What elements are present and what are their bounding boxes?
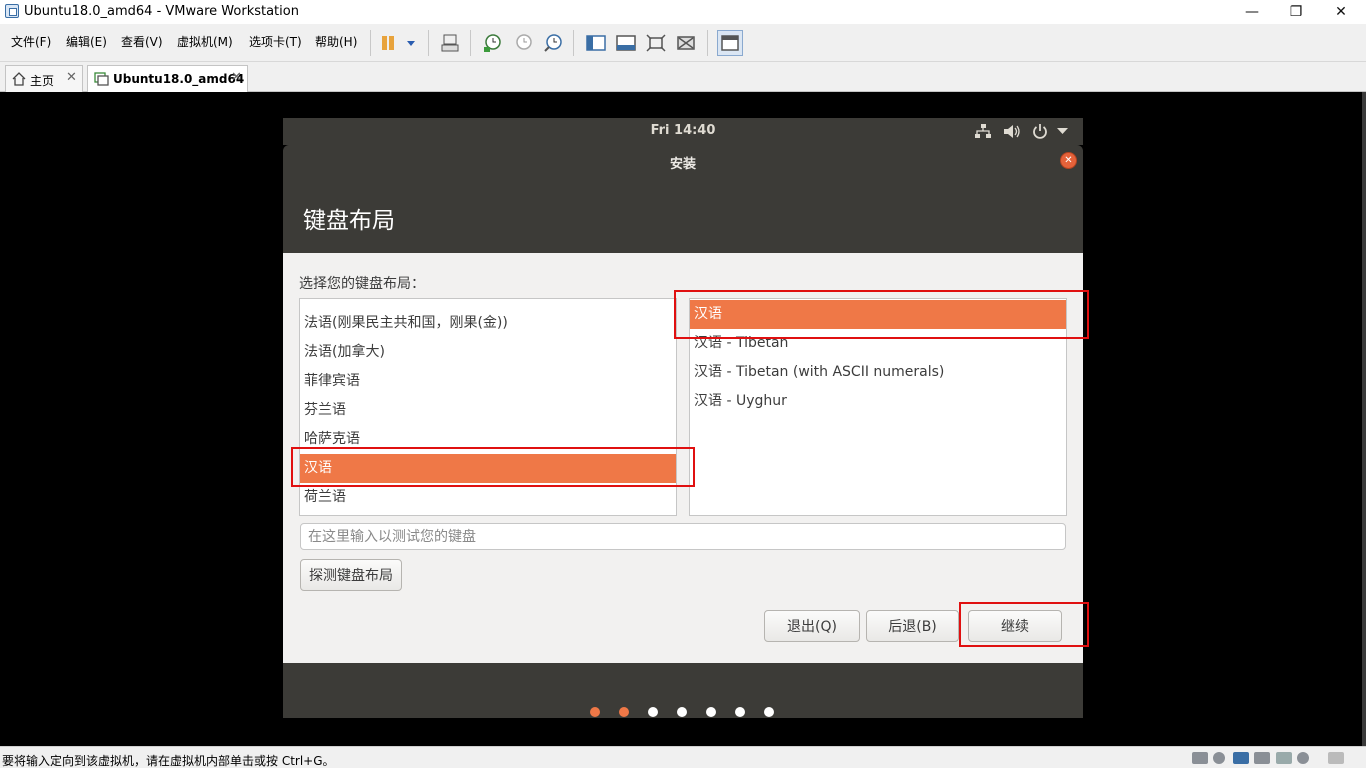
- window-title: Ubuntu18.0_amd64 - VMware Workstation: [24, 4, 299, 19]
- hard-disk-icon[interactable]: [1192, 752, 1208, 764]
- detect-layout-button[interactable]: 探测键盘布局: [300, 559, 402, 591]
- quit-button[interactable]: 退出(Q): [764, 610, 860, 642]
- tab-home-label: 主页: [30, 74, 55, 88]
- list-item[interactable]: 法语(刚果民主共和国，刚果(金)): [300, 309, 676, 338]
- ubuntu-top-panel: Fri 14:40: [283, 118, 1083, 145]
- keyboard-test-input[interactable]: [300, 523, 1066, 550]
- tab-ubuntu-close-icon[interactable]: ✕: [231, 70, 242, 85]
- show-library-button[interactable]: [585, 32, 607, 54]
- tab-ubuntu-vm-label: Ubuntu18.0_amd64: [113, 72, 245, 86]
- minimize-button[interactable]: —: [1229, 0, 1275, 24]
- thumbnail-bar-icon: [616, 35, 636, 51]
- thumbnail-bar-button[interactable]: [615, 32, 637, 54]
- list-item[interactable]: 荷兰语: [300, 483, 676, 512]
- keyboard-send-icon: [441, 34, 459, 52]
- power-icon[interactable]: [1032, 123, 1048, 139]
- list-item[interactable]: 芬兰语: [300, 396, 676, 425]
- vm-scrollbar[interactable]: [1362, 92, 1366, 746]
- menu-help[interactable]: 帮助(H): [315, 33, 357, 50]
- network-icon[interactable]: [975, 124, 991, 139]
- panel-clock[interactable]: Fri 14:40: [283, 123, 1083, 138]
- menu-tabs[interactable]: 选项卡(T): [249, 33, 302, 50]
- full-screen-icon: [646, 34, 666, 52]
- variant-item[interactable]: 汉语 - Tibetan (with ASCII numerals): [690, 358, 1066, 387]
- layout-prompt: 选择您的键盘布局：: [299, 276, 425, 292]
- snapshot-manager-button[interactable]: [542, 32, 564, 54]
- vmware-app-icon: [5, 4, 19, 18]
- toolbar-separator: [707, 30, 708, 56]
- menu-file[interactable]: 文件(F): [11, 33, 51, 50]
- tab-home-close-icon[interactable]: ✕: [66, 70, 77, 85]
- vm-icon: [94, 72, 109, 86]
- toolbar-separator: [470, 30, 471, 56]
- console-view-icon: [721, 35, 739, 51]
- progress-dot-done: [590, 707, 600, 717]
- home-icon: [12, 72, 26, 86]
- progress-dot: [764, 707, 774, 717]
- unity-mode-icon: [677, 36, 695, 50]
- menu-edit[interactable]: 编辑(E): [66, 33, 107, 50]
- back-button[interactable]: 后退(B): [866, 610, 959, 642]
- close-window-button[interactable]: ✕: [1318, 0, 1364, 24]
- status-hint: 要将输入定向到该虚拟机，请在虚拟机内部单击或按 Ctrl+G。: [2, 754, 335, 768]
- variant-item[interactable]: 汉语 - Uyghur: [690, 387, 1066, 416]
- pause-icon: [382, 36, 415, 50]
- list-item[interactable]: 菲律宾语: [300, 367, 676, 396]
- usb-icon[interactable]: [1276, 752, 1292, 764]
- library-panel-icon: [586, 35, 606, 51]
- menu-vm[interactable]: 虚拟机(M): [177, 33, 233, 50]
- highlight-box-language: [291, 447, 695, 487]
- title-bar: Ubuntu18.0_amd64 - VMware Workstation — …: [0, 0, 1366, 24]
- revert-clock-icon: [516, 34, 532, 50]
- status-bar: 要将输入定向到该虚拟机，请在虚拟机内部单击或按 Ctrl+G。: [0, 746, 1366, 768]
- tab-home[interactable]: 主页 ✕: [5, 65, 83, 92]
- tab-bar: 主页 ✕ Ubuntu18.0_amd64 ✕: [0, 62, 1366, 93]
- chevron-down-icon[interactable]: [1057, 128, 1068, 135]
- printer-icon[interactable]: [1254, 752, 1270, 764]
- progress-dot: [706, 707, 716, 717]
- console-view-button[interactable]: [717, 30, 743, 56]
- send-ctrl-alt-del-button[interactable]: [439, 32, 461, 54]
- snapshot-manager-icon: [544, 34, 562, 52]
- network-adapter-icon[interactable]: [1233, 752, 1249, 764]
- progress-dot: [677, 707, 687, 717]
- highlight-box-variant: [674, 290, 1089, 339]
- message-icon[interactable]: [1328, 752, 1344, 764]
- highlight-box-continue: [959, 602, 1089, 647]
- progress-dot: [735, 707, 745, 717]
- close-icon[interactable]: ✕: [1060, 152, 1077, 169]
- pause-dropdown-button[interactable]: [378, 32, 418, 54]
- cd-rom-icon[interactable]: [1213, 752, 1225, 764]
- list-item[interactable]: 法语(加拿大): [300, 338, 676, 367]
- snapshot-button[interactable]: [481, 32, 503, 54]
- volume-icon[interactable]: [1003, 124, 1021, 139]
- menu-view[interactable]: 查看(V): [121, 33, 163, 50]
- menu-toolbar: 文件(F) 编辑(E) 查看(V) 虚拟机(M) 选项卡(T) 帮助(H): [0, 24, 1366, 62]
- sound-card-icon[interactable]: [1297, 752, 1309, 764]
- unity-mode-button[interactable]: [675, 32, 697, 54]
- maximize-button[interactable]: ❐: [1273, 0, 1319, 24]
- toolbar-separator: [428, 30, 429, 56]
- full-screen-button[interactable]: [645, 32, 667, 54]
- progress-dot: [648, 707, 658, 717]
- toolbar-separator: [573, 30, 574, 56]
- page-title: 键盘布局: [303, 208, 395, 234]
- progress-dot-done: [619, 707, 629, 717]
- toolbar-separator: [370, 30, 371, 56]
- revert-snapshot-button[interactable]: [512, 32, 534, 54]
- tab-ubuntu-vm[interactable]: Ubuntu18.0_amd64 ✕: [87, 65, 248, 93]
- installer-title: 安装: [669, 157, 696, 172]
- snapshot-clock-icon: [484, 34, 501, 52]
